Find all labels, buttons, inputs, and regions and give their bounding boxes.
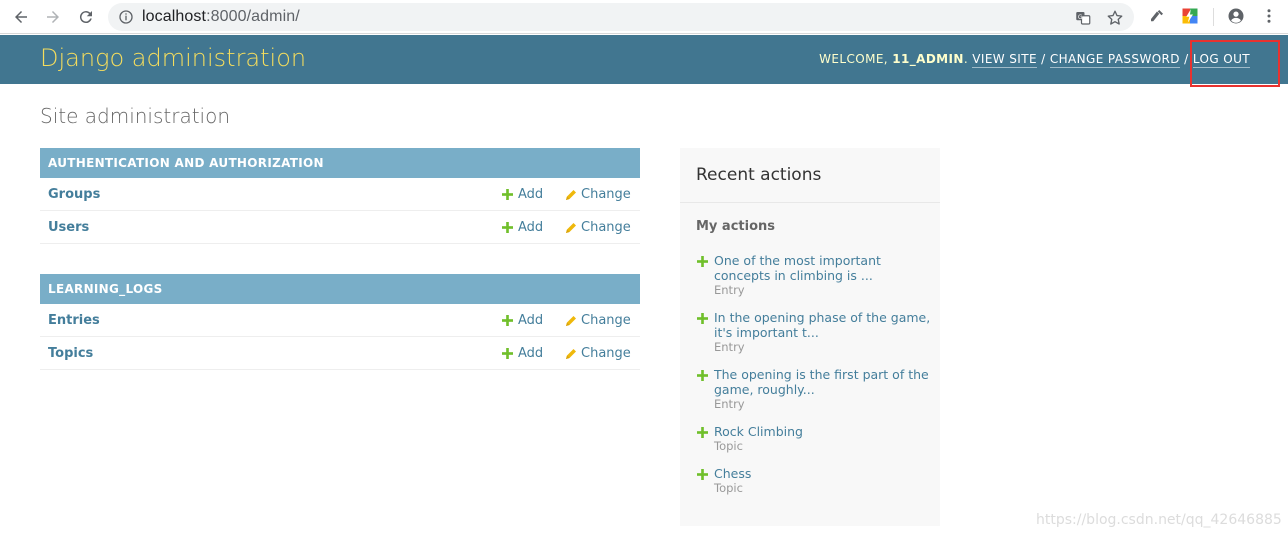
change-label: Change bbox=[581, 220, 631, 235]
action-link[interactable]: Chess bbox=[714, 466, 932, 481]
colorful-extension-icon[interactable] bbox=[1181, 7, 1199, 25]
plus-icon bbox=[697, 370, 708, 381]
svg-text:G: G bbox=[1078, 14, 1083, 21]
action-link[interactable]: Rock Climbing bbox=[714, 424, 932, 439]
action-link[interactable]: One of the most important concepts in cl… bbox=[714, 253, 932, 283]
add-label: Add bbox=[518, 346, 544, 361]
table-row: Users Add Change bbox=[40, 211, 640, 244]
pencil-icon bbox=[566, 315, 576, 326]
change-link[interactable]: Change bbox=[565, 220, 631, 235]
change-password-link[interactable]: CHANGE PASSWORD bbox=[1049, 52, 1180, 68]
action-content-type: Topic bbox=[714, 439, 743, 453]
model-link-users[interactable]: Users bbox=[48, 220, 89, 235]
plus-icon bbox=[697, 313, 708, 324]
plus-icon bbox=[697, 469, 708, 480]
info-icon[interactable] bbox=[118, 9, 134, 25]
site-header: Django administration WELCOME, 11_ADMIN.… bbox=[0, 35, 1288, 84]
action-content-type: Entry bbox=[714, 340, 745, 354]
page-title: Site administration bbox=[40, 104, 231, 128]
translate-icon[interactable]: G bbox=[1074, 9, 1092, 27]
change-label: Change bbox=[581, 313, 631, 328]
model-link-entries[interactable]: Entries bbox=[48, 313, 100, 328]
kebab-menu-icon[interactable] bbox=[1260, 7, 1278, 25]
pencil-icon bbox=[566, 348, 576, 359]
username: 11_ADMIN bbox=[892, 52, 964, 66]
recent-actions-panel: Recent actions My actions One of the mos… bbox=[680, 148, 940, 526]
add-link[interactable]: Add bbox=[502, 313, 543, 328]
plus-icon bbox=[697, 427, 708, 438]
user-tools: WELCOME, 11_ADMIN. VIEW SITE / CHANGE PA… bbox=[819, 52, 1250, 68]
change-label: Change bbox=[581, 187, 631, 202]
extension-icon[interactable] bbox=[1148, 7, 1166, 25]
change-link[interactable]: Change bbox=[565, 313, 631, 328]
model-link-groups[interactable]: Groups bbox=[48, 187, 100, 202]
plus-icon bbox=[697, 256, 708, 267]
module-caption[interactable]: LEARNING_LOGS bbox=[40, 274, 640, 304]
action-link[interactable]: The opening is the first part of the gam… bbox=[714, 367, 932, 397]
module-learning-logs: LEARNING_LOGS Entries Add Change Topics … bbox=[40, 274, 640, 370]
divider bbox=[680, 202, 940, 203]
action-content-type: Entry bbox=[714, 397, 745, 411]
welcome-text: WELCOME, bbox=[819, 52, 893, 66]
add-link[interactable]: Add bbox=[502, 187, 543, 202]
add-label: Add bbox=[518, 220, 544, 235]
add-label: Add bbox=[518, 313, 544, 328]
change-link[interactable]: Change bbox=[565, 346, 631, 361]
action-content-type: Entry bbox=[714, 283, 745, 297]
account-icon[interactable] bbox=[1227, 7, 1245, 25]
browser-toolbar: localhost:8000/admin/ G bbox=[0, 0, 1288, 34]
url-text: localhost:8000/admin/ bbox=[142, 8, 300, 26]
add-link[interactable]: Add bbox=[502, 346, 543, 361]
table-row: Topics Add Change bbox=[40, 337, 640, 370]
annotation-highlight-box bbox=[1190, 40, 1280, 87]
plus-icon bbox=[502, 222, 513, 233]
view-site-link[interactable]: VIEW SITE bbox=[972, 52, 1037, 68]
watermark: https://blog.csdn.net/qq_42646885 bbox=[1036, 512, 1282, 528]
action-link[interactable]: In the opening phase of the game, it's i… bbox=[714, 310, 932, 340]
reload-icon[interactable] bbox=[75, 6, 97, 28]
pencil-icon bbox=[566, 189, 576, 200]
toolbar-divider bbox=[1213, 8, 1214, 26]
plus-icon bbox=[502, 315, 513, 326]
model-link-topics[interactable]: Topics bbox=[48, 346, 93, 361]
site-branding[interactable]: Django administration bbox=[40, 44, 306, 72]
star-icon[interactable] bbox=[1106, 9, 1124, 27]
pencil-icon bbox=[566, 222, 576, 233]
module-caption[interactable]: AUTHENTICATION AND AUTHORIZATION bbox=[40, 148, 640, 178]
address-bar[interactable]: localhost:8000/admin/ G bbox=[108, 3, 1134, 31]
add-link[interactable]: Add bbox=[502, 220, 543, 235]
table-row: Groups Add Change bbox=[40, 178, 640, 211]
change-link[interactable]: Change bbox=[565, 187, 631, 202]
url-path: :8000/admin/ bbox=[206, 8, 300, 25]
my-actions-heading: My actions bbox=[696, 219, 776, 234]
back-arrow-icon[interactable] bbox=[10, 6, 32, 28]
add-label: Add bbox=[518, 187, 544, 202]
module-authentication: AUTHENTICATION AND AUTHORIZATION Groups … bbox=[40, 148, 640, 244]
plus-icon bbox=[502, 189, 513, 200]
table-row: Entries Add Change bbox=[40, 304, 640, 337]
change-label: Change bbox=[581, 346, 631, 361]
action-content-type: Topic bbox=[714, 481, 743, 495]
separator: / bbox=[1036, 52, 1050, 66]
url-host: localhost bbox=[142, 8, 207, 25]
recent-actions-title: Recent actions bbox=[696, 165, 822, 185]
forward-arrow-icon[interactable] bbox=[42, 6, 64, 28]
plus-icon bbox=[502, 348, 513, 359]
